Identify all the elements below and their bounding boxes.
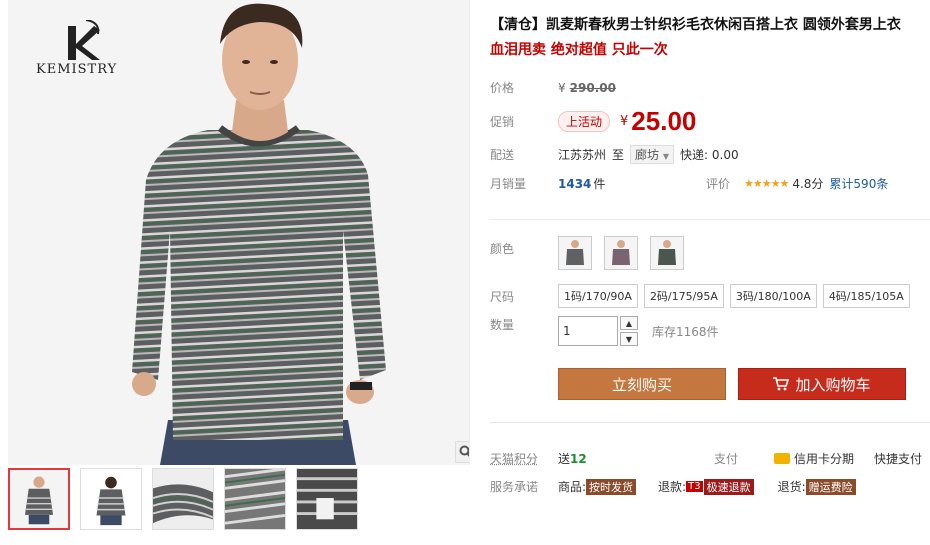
- thumb-fabric-image: [153, 469, 213, 529]
- divider: [490, 422, 930, 423]
- promo-tag[interactable]: 上活动: [558, 111, 611, 132]
- shopping-cart-icon: [773, 377, 790, 391]
- quantity-label: 数量: [490, 318, 515, 332]
- chevron-down-icon: ▼: [662, 152, 670, 161]
- thumbnail-front[interactable]: [8, 468, 70, 530]
- points-value: 12: [570, 452, 587, 466]
- shipping-insurance-badge[interactable]: 赠运费险: [805, 478, 856, 495]
- quantity-stepper: ▲ ▼: [620, 316, 638, 346]
- divider: [490, 219, 930, 220]
- rating-label: 评价: [706, 177, 731, 191]
- service-row: 服务承诺 商品: 按时发货 退款: T3 极速退款 退货: 赠运费险: [490, 478, 856, 495]
- buy-now-button[interactable]: 立刻购买: [558, 368, 726, 400]
- main-product-image[interactable]: KEMISTRY: [8, 0, 470, 465]
- payment-label: 支付: [714, 452, 739, 466]
- fast-refund-badge[interactable]: 极速退款: [703, 478, 754, 495]
- color-label: 颜色: [490, 242, 515, 256]
- size-option-4[interactable]: 4码/185/105A: [822, 284, 910, 308]
- promo-price-row: 促销 上活动 ¥ 25.00: [490, 106, 696, 137]
- quantity-row: 数量 ▲ ▼ 库存1168件: [490, 316, 719, 346]
- size-row: 尺码 1码/170/90A 2码/175/95A 3码/180/100A 4码/…: [490, 284, 916, 308]
- rating-stars-icon: ★★★★★: [744, 177, 789, 190]
- currency-symbol: ¥: [558, 80, 566, 95]
- shipping-label: 配送: [490, 148, 515, 162]
- product-subtitle: 血泪甩卖 绝对超值 只此一次: [490, 42, 668, 58]
- original-price-row: 价格 ¥290.00: [490, 79, 616, 96]
- quick-pay-link[interactable]: 快捷支付: [874, 450, 922, 467]
- original-price: ¥290.00: [558, 81, 616, 95]
- promo-currency: ¥: [620, 114, 629, 129]
- add-to-cart-button[interactable]: 加入购物车: [738, 368, 906, 400]
- payment-row: 支付 信用卡分期 快捷支付: [714, 450, 922, 467]
- color-swatch-gray[interactable]: [558, 236, 592, 270]
- size-label: 尺码: [490, 289, 515, 304]
- promo-label: 促销: [490, 115, 515, 129]
- on-time-delivery-badge[interactable]: 按时发货: [586, 478, 637, 495]
- destination-city: 廊坊: [635, 148, 660, 162]
- tmall-points: 送12: [558, 450, 587, 467]
- thumb-cuff-image: [225, 469, 285, 529]
- buy-now-label: 立刻购买: [611, 375, 672, 394]
- points-prefix: 送: [558, 452, 571, 466]
- brand-name: KEMISTRY: [36, 62, 118, 77]
- return-label: 退货:: [777, 480, 806, 494]
- rating-total-link[interactable]: 累计590条: [829, 175, 888, 192]
- swatch-green-image: [658, 240, 676, 265]
- size-option-3[interactable]: 3码/180/100A: [729, 284, 817, 308]
- swatch-purple-image: [612, 240, 630, 265]
- shipping-fee: 快递: 0.00: [680, 148, 739, 162]
- goods-label: 商品:: [558, 480, 587, 494]
- color-swatch-purple[interactable]: [604, 236, 638, 270]
- product-gallery: KEMISTRY: [0, 0, 472, 545]
- sales-unit: 件: [593, 177, 606, 191]
- monthly-sales-label: 月销量: [490, 177, 527, 191]
- original-price-value: 290.00: [569, 80, 616, 95]
- thumbnail-fabric-detail[interactable]: [152, 468, 214, 530]
- ship-from: 江苏苏州: [558, 148, 607, 162]
- quantity-decrease-button[interactable]: ▼: [620, 332, 638, 346]
- thumb-back-image: [81, 469, 141, 529]
- tmall-points-label[interactable]: 天猫积分: [490, 450, 558, 467]
- destination-city-select[interactable]: 廊坊 ▼: [630, 145, 675, 164]
- color-row: 颜色: [490, 236, 696, 270]
- points-row: 天猫积分 送12: [490, 450, 587, 467]
- swatch-gray-image: [566, 240, 584, 265]
- ship-to-word: 至: [612, 148, 625, 162]
- stock-count: 库存1168件: [652, 324, 719, 339]
- thumbnail-cuff-detail[interactable]: [224, 468, 286, 530]
- service-label: 服务承诺: [490, 480, 539, 494]
- thumbnail-label-detail[interactable]: [296, 468, 358, 530]
- credit-card-icon: [774, 453, 791, 464]
- brand-k-emblem-icon: [68, 20, 100, 60]
- product-title: 【清仓】凯麦斯春秋男士针织衫毛衣休闲百搭上衣 圆领外套男上衣: [490, 17, 901, 33]
- thumb-label-image: [297, 469, 357, 529]
- sales-row: 月销量 1434 件: [490, 175, 605, 192]
- thumbnail-back[interactable]: [80, 468, 142, 530]
- magnifier-icon: [459, 445, 469, 457]
- shipping-row: 配送 江苏苏州 至 廊坊 ▼ 快递: 0.00: [490, 145, 739, 164]
- brand-logo: KEMISTRY: [34, 16, 134, 82]
- thumbnail-strip: [8, 468, 358, 530]
- add-to-cart-label: 加入购物车: [795, 375, 871, 394]
- refund-label: 退款:: [658, 480, 687, 494]
- current-price: 25.00: [631, 106, 697, 136]
- size-option-1[interactable]: 1码/170/90A: [558, 284, 638, 308]
- price-label: 价格: [490, 81, 515, 95]
- thumb-front-image: [10, 470, 68, 528]
- rating-row: 评价 ★★★★★ 4.8分 累计590条: [706, 175, 888, 192]
- product-info-panel: 【清仓】凯麦斯春秋男士针织衫毛衣休闲百搭上衣 圆领外套男上衣 血泪甩卖 绝对超值…: [490, 0, 930, 545]
- installment-link[interactable]: 信用卡分期: [794, 450, 854, 467]
- color-swatch-green[interactable]: [650, 236, 684, 270]
- zoom-button[interactable]: [455, 441, 469, 463]
- quantity-input[interactable]: [558, 316, 618, 346]
- monthly-sales-count: 1434: [558, 176, 592, 191]
- size-option-2[interactable]: 2码/175/95A: [643, 284, 724, 308]
- quantity-increase-button[interactable]: ▲: [620, 316, 638, 330]
- refund-code-badge: T3: [686, 481, 703, 492]
- rating-score: 4.8分: [792, 177, 824, 191]
